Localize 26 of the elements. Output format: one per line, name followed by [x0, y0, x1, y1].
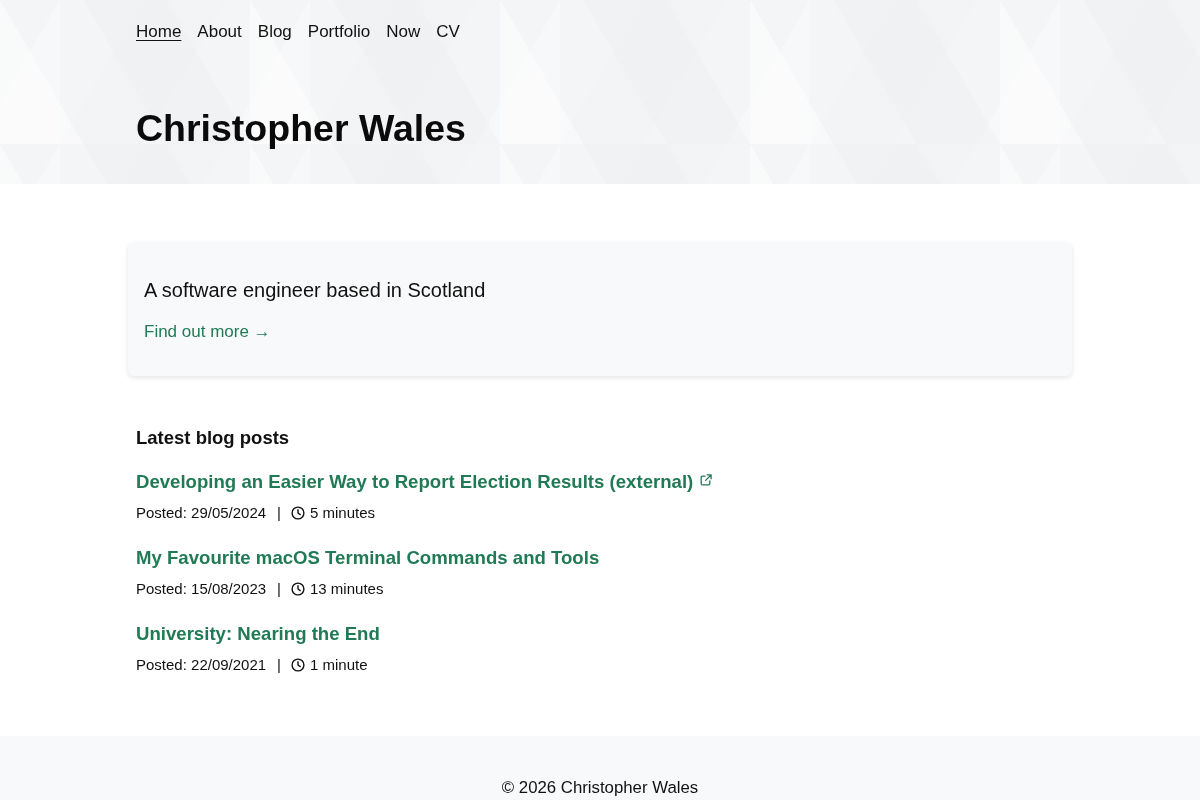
post-title-link[interactable]: University: Nearing the End — [136, 621, 380, 647]
read-time: 5 minutes — [310, 503, 376, 523]
copyright-text: © 2026 Christopher Wales — [501, 778, 699, 797]
post-title-link[interactable]: My Favourite macOS Terminal Commands and Tools — [136, 545, 600, 571]
read-time: 1 minute — [310, 655, 368, 675]
read-time: 13 minutes — [310, 579, 384, 599]
clock-icon — [291, 582, 305, 596]
posted-date: Posted: 15/08/2023 — [136, 579, 267, 599]
nav-link[interactable]: CV — [436, 20, 460, 44]
find-out-more-link[interactable]: Find out more → — [144, 320, 271, 344]
intro-text: A software engineer based in Scotland — [144, 278, 487, 303]
section-heading: Latest blog posts — [136, 426, 291, 450]
nav-link[interactable]: Blog — [257, 20, 292, 44]
nav-link[interactable]: Now — [386, 20, 421, 44]
separator: | — [277, 503, 281, 523]
clock-icon — [291, 506, 305, 520]
nav-link[interactable]: About — [197, 20, 242, 44]
post-title-link[interactable]: Developing an Easier Way to Report Election Results (external) — [136, 469, 694, 495]
site-title: Christopher Wales — [136, 106, 467, 150]
separator: | — [277, 655, 281, 675]
separator: | — [277, 579, 281, 599]
nav-link[interactable]: Home — [136, 20, 182, 44]
posted-date: Posted: 29/05/2024 — [136, 503, 267, 523]
posted-date: Posted: 22/09/2021 — [136, 655, 267, 675]
clock-icon — [291, 658, 305, 672]
nav-link[interactable]: Portfolio — [307, 20, 371, 44]
